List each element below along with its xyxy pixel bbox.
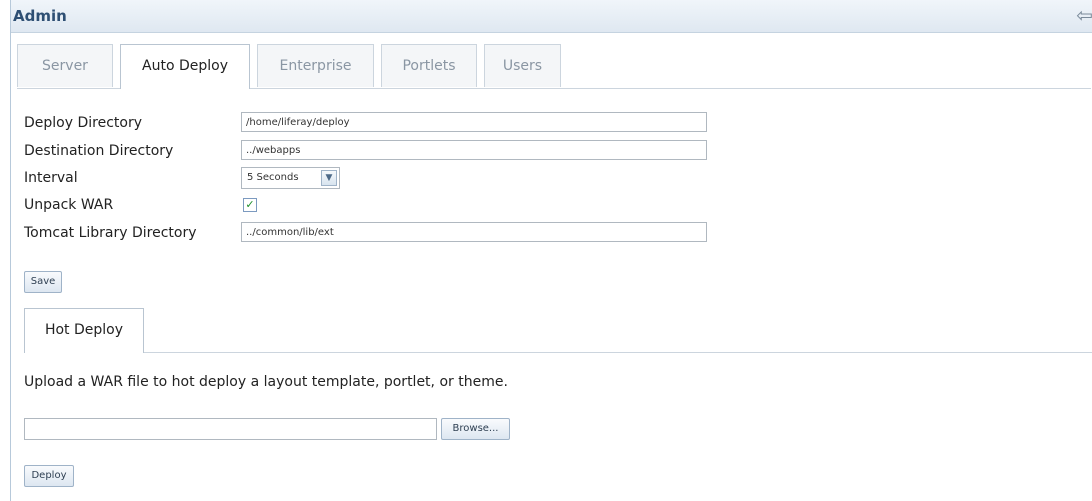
tab-label: Auto Deploy <box>142 58 228 74</box>
tab-label: Portlets <box>402 58 456 74</box>
tab-auto-deploy[interactable]: Auto Deploy <box>120 44 250 89</box>
unpack-war-label: Unpack WAR <box>24 197 114 213</box>
hot-deploy-tabs: Hot Deploy <box>24 308 1092 353</box>
unpack-war-checkbox[interactable]: ✓ <box>243 198 257 212</box>
tab-users[interactable]: Users <box>484 44 561 87</box>
deploy-directory-input[interactable]: /home/liferay/deploy <box>241 112 707 132</box>
destination-directory-input[interactable]: ../webapps <box>241 140 707 160</box>
interval-select[interactable]: 5 Seconds ▼ <box>241 167 340 189</box>
back-arrow-icon[interactable]: ⇦ <box>1076 5 1092 25</box>
tab-label: Server <box>42 58 88 74</box>
save-button[interactable]: Save <box>24 271 62 293</box>
tomcat-library-label: Tomcat Library Directory <box>24 225 197 241</box>
admin-tabs: Server Auto Deploy Enterprise Portlets U… <box>17 44 1091 89</box>
chevron-down-icon[interactable]: ▼ <box>321 170 337 186</box>
tab-enterprise[interactable]: Enterprise <box>257 44 374 87</box>
interval-label: Interval <box>24 170 78 186</box>
deploy-button[interactable]: Deploy <box>24 465 74 487</box>
tab-label: Enterprise <box>279 58 352 74</box>
tab-label: Users <box>502 58 543 74</box>
destination-directory-label: Destination Directory <box>24 143 174 159</box>
portlet-title: Admin <box>13 7 67 25</box>
tab-label: Hot Deploy <box>44 322 124 338</box>
deploy-directory-label: Deploy Directory <box>24 115 142 131</box>
war-file-input[interactable] <box>24 418 437 440</box>
interval-value: 5 Seconds <box>247 172 299 183</box>
hot-deploy-description: Upload a WAR file to hot deploy a layout… <box>24 374 508 390</box>
browse-button[interactable]: Browse... <box>441 418 510 440</box>
admin-portlet: Admin ⇦ Server Auto Deploy Enterprise Po… <box>10 0 1092 501</box>
tab-portlets[interactable]: Portlets <box>381 44 477 87</box>
tab-server[interactable]: Server <box>17 44 113 87</box>
tab-hot-deploy[interactable]: Hot Deploy <box>24 308 144 353</box>
portlet-titlebar: Admin ⇦ <box>11 0 1092 33</box>
tomcat-library-input[interactable]: ../common/lib/ext <box>241 222 707 242</box>
